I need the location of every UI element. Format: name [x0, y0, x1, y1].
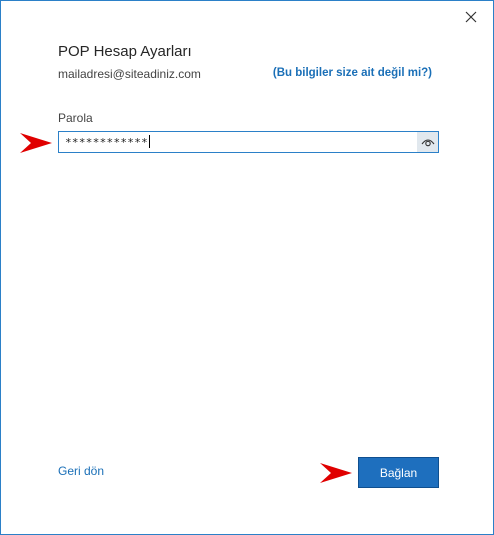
password-label: Parola: [58, 111, 93, 125]
red-arrow-icon: [320, 463, 352, 483]
not-your-info-link[interactable]: (Bu bilgiler size ait değil mi?): [273, 67, 432, 79]
account-email: mailadresi@siteadiniz.com: [58, 67, 201, 81]
password-input-value[interactable]: ************: [65, 135, 151, 149]
dialog-title: POP Hesap Ayarları: [58, 43, 192, 60]
text-caret: [149, 135, 151, 148]
pop-account-settings-dialog: POP Hesap Ayarları mailadresi@siteadiniz…: [0, 0, 494, 535]
password-field[interactable]: ************: [58, 131, 439, 153]
close-icon: [465, 11, 477, 23]
back-link[interactable]: Geri dön: [58, 464, 104, 478]
connect-button[interactable]: Bağlan: [358, 457, 439, 488]
eye-icon: [421, 139, 434, 147]
show-password-button[interactable]: [417, 132, 438, 152]
close-button[interactable]: [459, 6, 483, 28]
red-arrow-icon: [20, 133, 52, 153]
